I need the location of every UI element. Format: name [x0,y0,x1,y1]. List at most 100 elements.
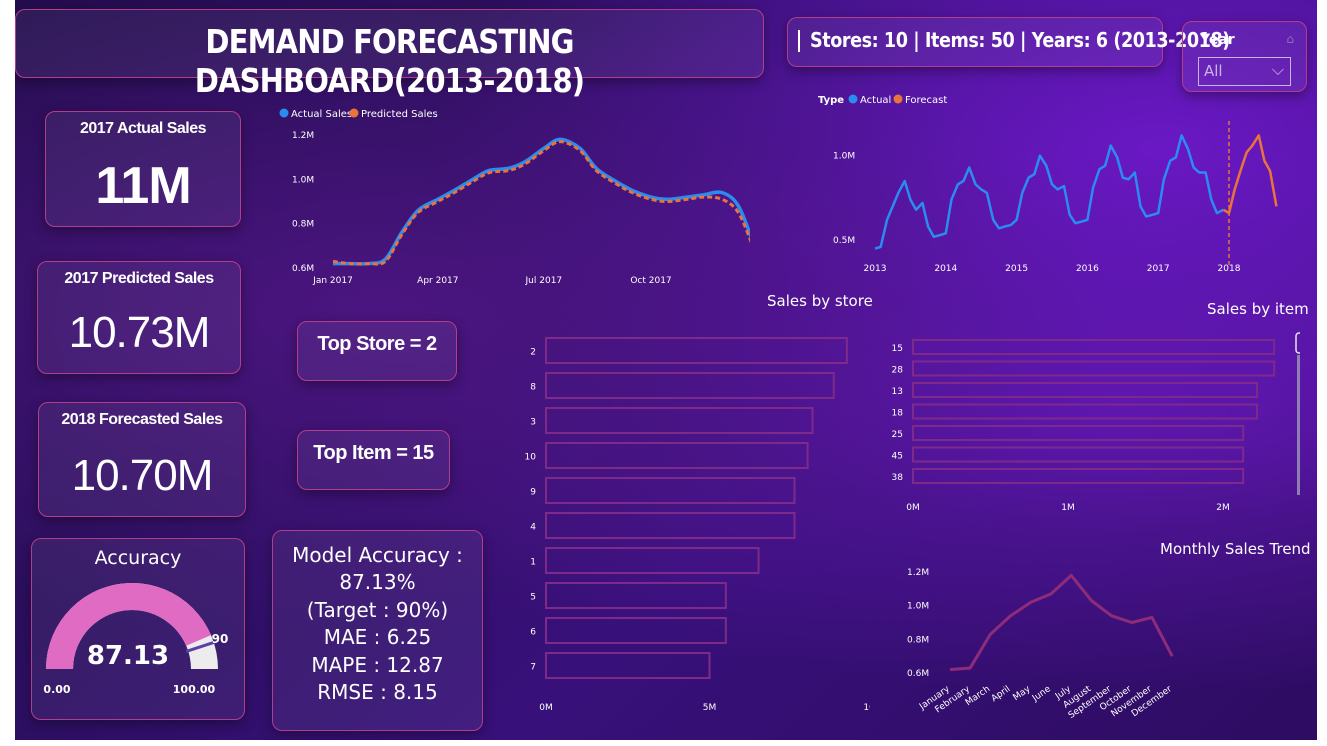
x-tick-label: 0M [906,503,920,513]
accuracy-gauge-card: Accuracy 87.13 0.00 100.00 90 [31,538,245,720]
monthly-trend-line [949,573,1174,672]
item-label: 15 [892,344,903,354]
forecast-line [1222,134,1278,215]
year-dropdown-value: All [1204,62,1223,80]
legend-forecast-label: Forecast [905,95,947,106]
store-label: 2 [530,348,536,358]
dataset-info-card: Stores: 10 | Items: 50 | Years: 6 (2013-… [787,17,1230,67]
top-store-text: Top Store = 2 [317,333,437,355]
kpi-label: 2017 Predicted Sales [64,270,214,287]
info-divider [798,30,800,52]
store-bar [545,652,711,679]
store-label: 9 [530,488,536,498]
kpi-label: 2018 Forecasted Sales [61,411,223,428]
x-tick-label: Apr 2017 [417,276,458,286]
history-forecast-chart: Type Actual Forecast 0.5M 1.0M 2013 2014 201… [818,94,1278,274]
kpi-2017-predicted-sales: 2017 Predicted Sales 10.73M [37,261,241,374]
kpi-2017-actual-sales: 2017 Actual Sales 11M [45,111,241,227]
item-bar [912,360,1276,377]
y-tick-label: 1.0M [292,175,314,185]
kpi-value: 10.73M [68,308,211,357]
kpi-value: 10.70M [71,451,214,500]
store-bar [545,407,814,434]
y-tick-label: 0.8M [292,220,314,230]
dashboard-title: DEMAND FORECASTING DASHBOARD(2013-2018) [194,22,585,100]
item-label: 18 [892,409,904,419]
monthly-sales-trend-chart: 0.6M0.8M1.0M1.2MJanuaryFebruaryMarchApri… [907,568,1174,721]
legend-actual-label: Actual [860,95,891,106]
item-bar [912,382,1259,398]
y-tick-label: 0.6M [292,264,314,274]
x-tick-label: 2018 [1218,264,1241,274]
model-metrics-card: Model Accuracy : 87.13% (Target : 90%) M… [272,530,483,731]
year-slicer[interactable]: Year ⌂ All ⌵ [1182,21,1307,92]
store-label: 6 [530,628,536,638]
scrollbar-track[interactable] [1297,355,1300,495]
store-label: 10 [525,453,537,463]
x-tick-label: Jul 2017 [525,276,563,286]
x-tick-label: 10M [863,703,870,713]
month-label: June [1030,684,1053,704]
year-dropdown[interactable]: All ⌵ [1198,57,1291,86]
kpi-label: 2017 Actual Sales [79,120,207,137]
kpi-2018-forecasted-sales: 2018 Forecasted Sales 10.70M [38,402,246,517]
x-tick-label: Jan 2017 [312,276,353,286]
legend-forecast-dot [893,94,903,104]
item-label: 25 [892,430,903,440]
legend-predicted-label: Predicted Sales [361,109,438,120]
y-tick-label: 0.8M [907,635,929,645]
top-store-card: Top Store = 2 [297,321,457,381]
sales-by-item-chart: 15 28 13 18 25 45 38 0M 1M 2M [892,332,1300,513]
gauge-min-label: 0.00 [43,683,70,696]
scrollbar-thumb[interactable] [1295,332,1300,354]
title-card: DEMAND FORECASTING DASHBOARD(2013-2018) [15,9,764,100]
y-tick-label: 0.6M [907,669,929,679]
x-tick-label: 2014 [934,264,957,274]
item-bar [912,446,1245,463]
legend-actual-label: Actual Sales [291,109,352,120]
actual-line [874,134,1224,250]
store-bar [545,617,727,644]
item-label: 38 [892,473,904,483]
store-label: 5 [530,593,536,603]
gauge-target-label: 90 [212,632,229,646]
item-label: 28 [892,366,904,376]
item-label: 13 [892,387,903,397]
gauge-value: 87.13 [87,641,169,671]
model-mae: MAE : 6.25 [323,625,432,649]
store-label: 4 [530,523,536,533]
accuracy-gauge: 87.13 0.00 100.00 90 [43,583,229,696]
item-label: 45 [892,452,903,462]
model-accuracy-value: 87.13% [339,570,416,594]
year-slicer-label: Year [1200,32,1235,48]
item-bar [912,403,1259,420]
dashboard-canvas: DEMAND FORECASTING DASHBOARD(2013-2018) … [15,0,1317,740]
y-tick-label: 0.5M [833,236,855,246]
store-bar [545,547,760,574]
legend-actual-dot [279,108,289,118]
store-label: 7 [530,663,536,673]
month-label: May [1012,684,1034,703]
dataset-info-text: Stores: 10 | Items: 50 | Years: 6 (2013-… [810,28,1230,52]
store-bar [545,512,796,539]
x-tick-label: 2015 [1005,264,1028,274]
store-label: 1 [530,558,536,568]
chevron-down-icon: ⌵ [1271,60,1284,79]
monthly-trend-title: Monthly Sales Trend [1160,540,1311,558]
top-item-card: Top Item = 15 [297,430,450,490]
model-accuracy-label: Model Accuracy : [292,543,463,567]
x-tick-label: 2013 [864,264,887,274]
y-tick-label: 1.0M [833,152,855,162]
eraser-icon[interactable]: ⌂ [1286,32,1294,46]
item-bar [912,425,1245,441]
y-tick-label: 1.2M [907,568,929,578]
y-tick-label: 1.0M [907,602,929,612]
x-tick-label: 0M [539,703,553,713]
x-tick-label: 1M [1061,503,1075,513]
store-label: 3 [530,418,536,428]
store-bar [545,582,727,609]
model-target: (Target : 90%) [306,598,449,622]
x-tick-label: Oct 2017 [630,276,671,286]
kpi-value: 11M [95,157,191,215]
store-label: 8 [530,383,536,393]
